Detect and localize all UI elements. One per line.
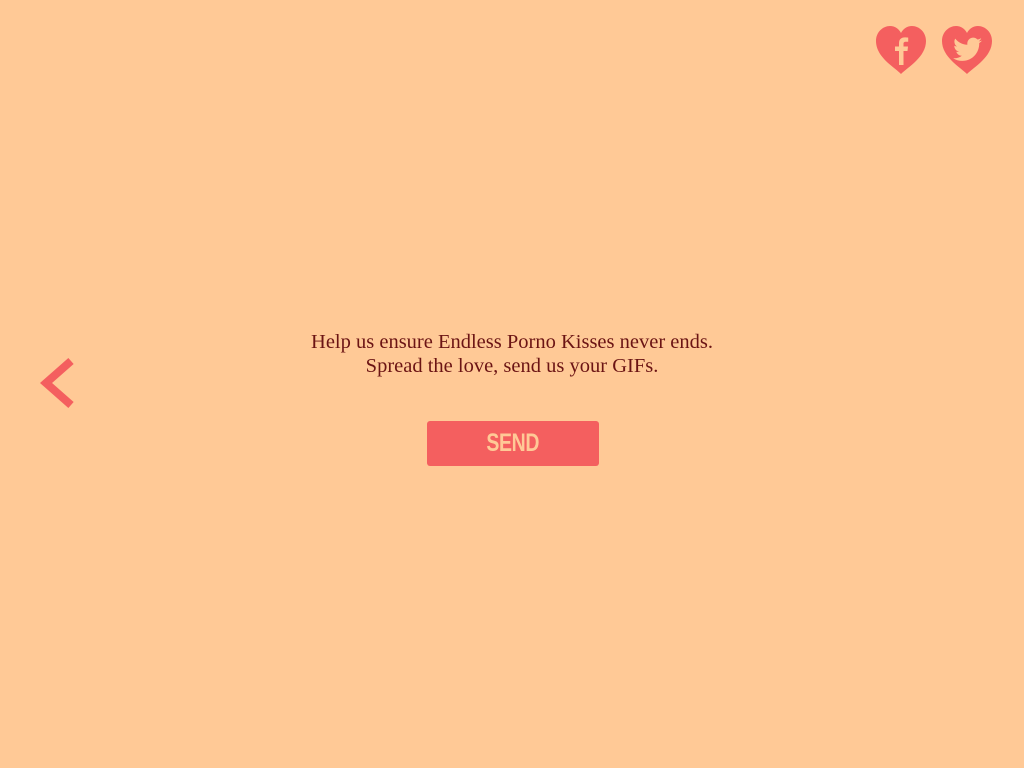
message-line-1: Help us ensure Endless Porno Kisses neve… [311, 331, 713, 353]
send-button-label: SEND [486, 429, 540, 457]
send-button[interactable]: SEND [427, 421, 599, 466]
page: Help us ensure Endless Porno Kisses neve… [0, 0, 1024, 768]
message-line-2: Spread the love, send us your GIFs. [365, 355, 659, 377]
message: Help us ensure Endless Porno Kisses neve… [0, 330, 1024, 378]
twitter-heart-icon[interactable] [940, 24, 994, 76]
facebook-heart-icon[interactable] [874, 24, 928, 76]
social-links [874, 24, 994, 76]
